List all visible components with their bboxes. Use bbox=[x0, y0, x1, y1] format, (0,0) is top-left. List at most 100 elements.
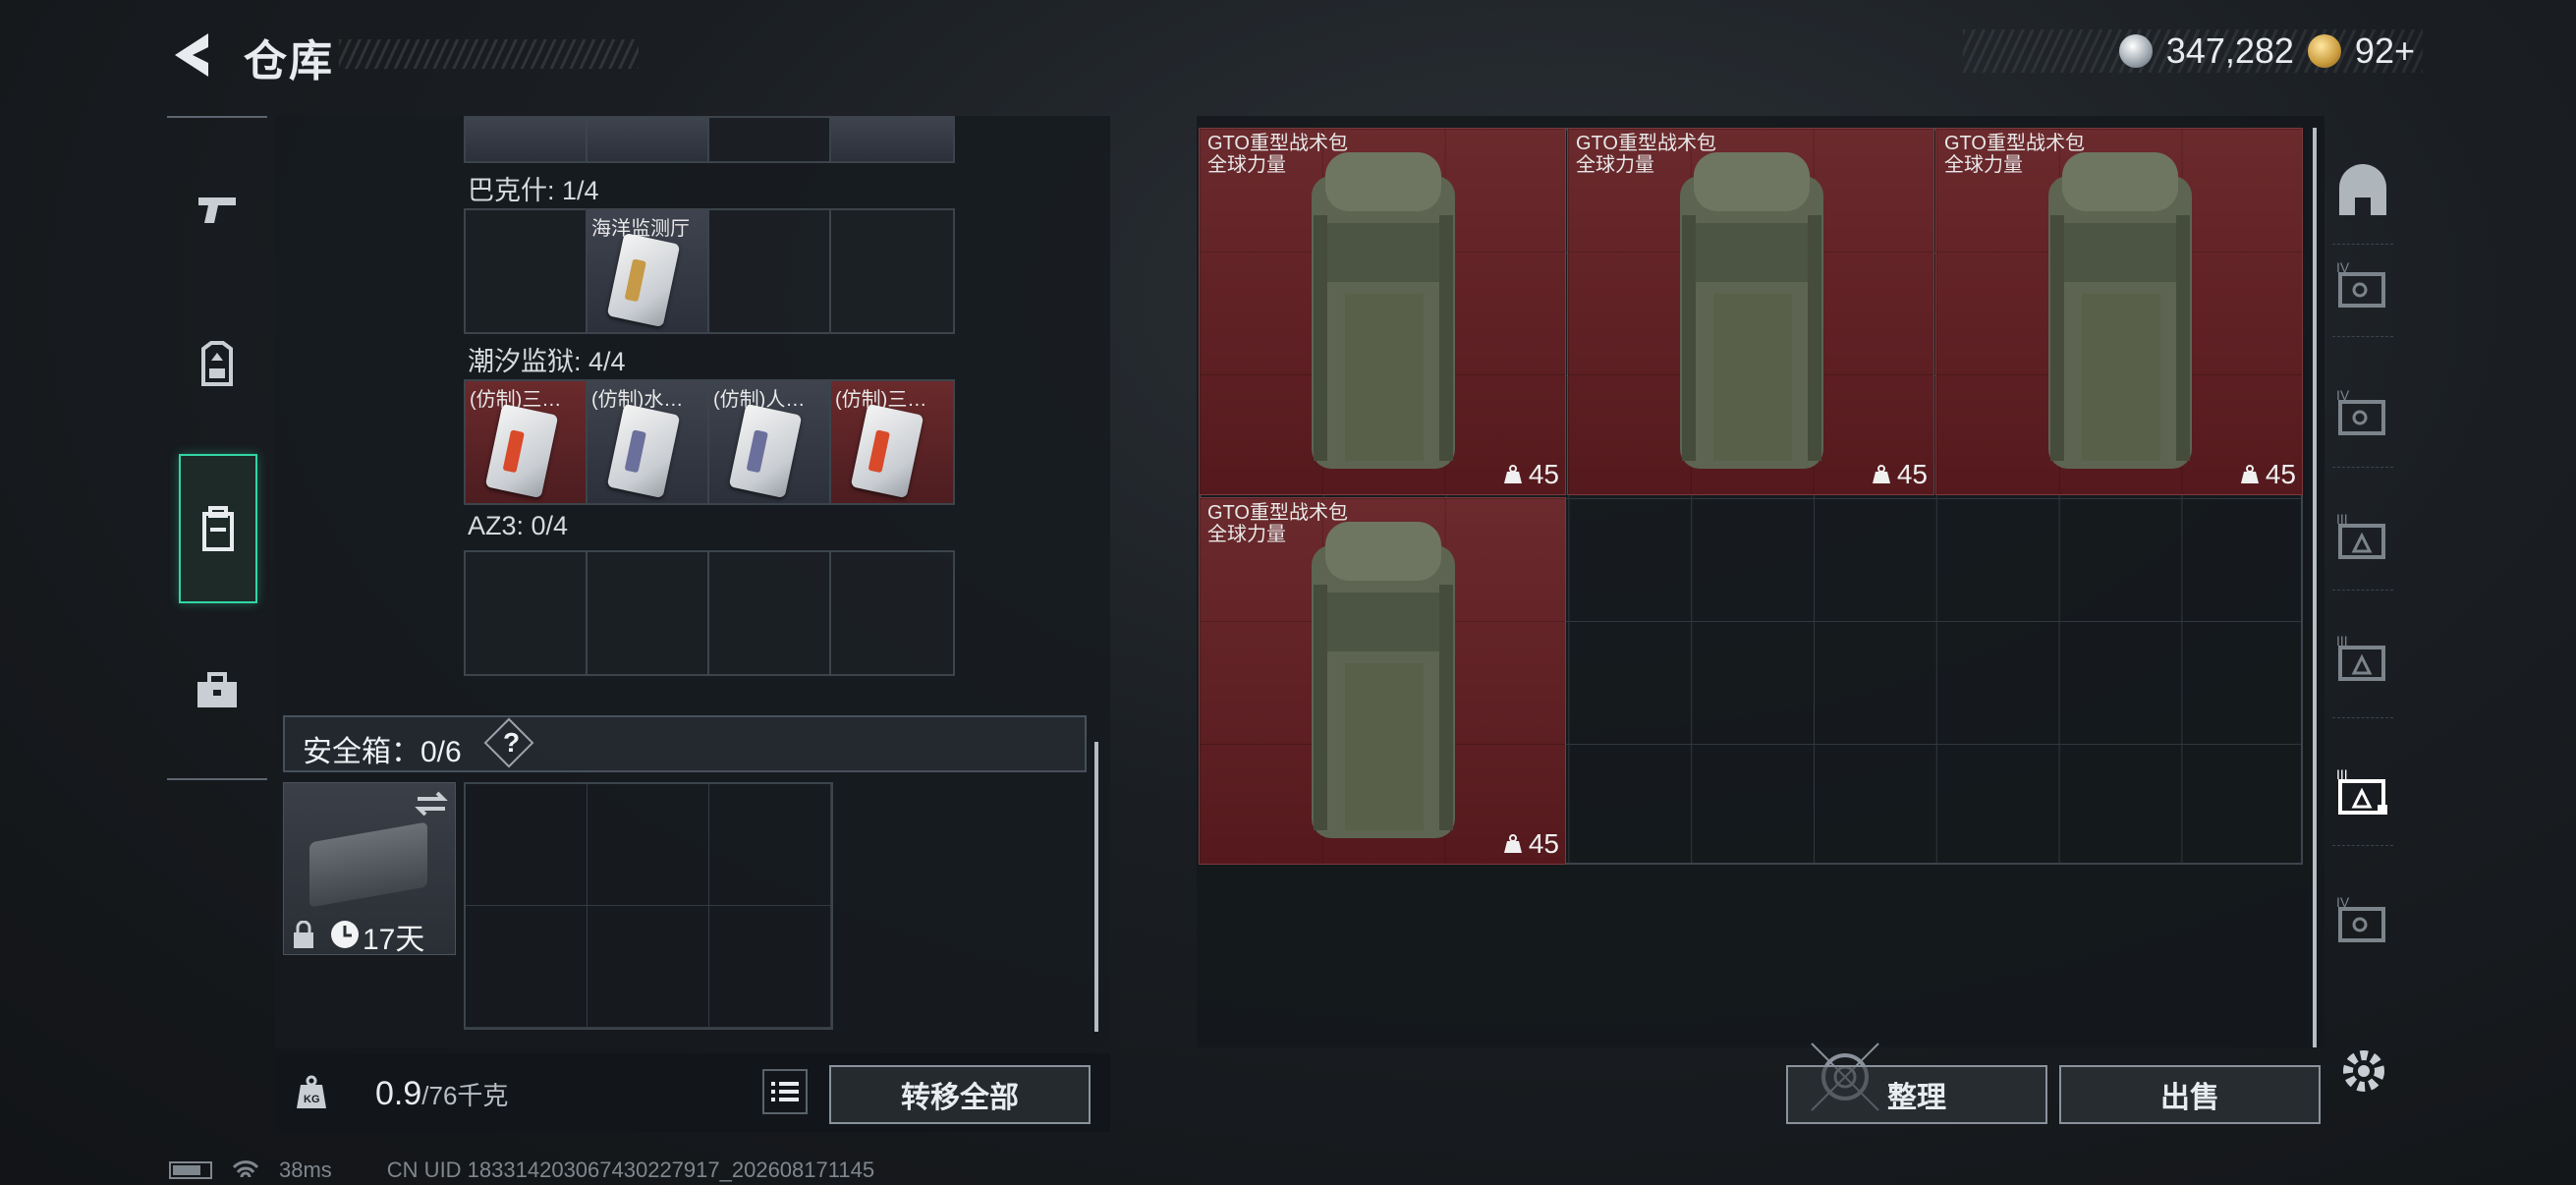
section-label: AZ3: 0/4 bbox=[468, 511, 569, 540]
backpack-icon bbox=[202, 506, 234, 551]
page-title: 仓库 bbox=[244, 37, 334, 85]
keycard-icon bbox=[728, 403, 803, 499]
settings-gear-icon[interactable] bbox=[2336, 1044, 2391, 1099]
slot-grid: (仿制)三… (仿制)水… (仿制)人… (仿制)三… bbox=[464, 379, 955, 505]
tab-armor[interactable] bbox=[167, 291, 267, 438]
tab-weapons[interactable] bbox=[167, 138, 267, 285]
item-slot[interactable]: (仿制)三… bbox=[466, 381, 588, 503]
item-slot[interactable] bbox=[466, 210, 588, 332]
briefcase-icon bbox=[197, 672, 237, 707]
safe-case-item[interactable]: 17天 bbox=[283, 782, 456, 956]
pistol-icon bbox=[198, 198, 236, 223]
item-slot[interactable] bbox=[466, 552, 588, 674]
slot-grid: 海洋监测厅 bbox=[464, 208, 955, 334]
scrollbar[interactable] bbox=[2313, 128, 2317, 1047]
weight-icon bbox=[2240, 465, 2259, 483]
backpack-item-icon bbox=[1312, 522, 1455, 838]
currency-bar: 347,282 92+ bbox=[1963, 29, 2423, 73]
item-slot[interactable] bbox=[831, 118, 953, 161]
safe-box-grid[interactable] bbox=[464, 782, 833, 1030]
keycard-icon bbox=[484, 403, 559, 499]
armor-tier-IV-icon: IV bbox=[2336, 259, 2385, 308]
keycard-icon bbox=[606, 403, 681, 499]
battery-icon bbox=[169, 1161, 212, 1179]
item-slot[interactable] bbox=[831, 210, 953, 332]
safe-box-label: 安全箱：0/6 bbox=[303, 736, 462, 768]
filter-helmet[interactable] bbox=[2330, 157, 2395, 226]
list-icon bbox=[771, 1082, 799, 1101]
item-slot[interactable] bbox=[709, 210, 831, 332]
secure-case-icon bbox=[309, 821, 427, 908]
status-bar: 38ms CN UID 18331420306743022791​7_20260… bbox=[169, 1157, 874, 1183]
item-slot[interactable]: 海洋监测厅 bbox=[588, 210, 709, 332]
keycard-icon bbox=[606, 232, 681, 328]
backpack-item-icon bbox=[1312, 152, 1455, 469]
clock-icon bbox=[331, 921, 359, 948]
item-slot[interactable] bbox=[831, 552, 953, 674]
slot-grid-partial bbox=[464, 116, 955, 163]
filter-armor-iv[interactable]: IV bbox=[2330, 884, 2395, 953]
backpack-item-icon bbox=[1680, 152, 1823, 469]
armor-tier-III-icon: III bbox=[2336, 511, 2385, 559]
weight-current: 0.9 bbox=[375, 1075, 422, 1112]
filter-armor-iii[interactable]: III bbox=[2330, 623, 2395, 692]
weight-readout: 0.9/76千克 bbox=[375, 1075, 508, 1113]
ping-text: 38ms bbox=[279, 1157, 332, 1182]
rental-days: 17天 bbox=[363, 924, 425, 956]
svg-text:KG: KG bbox=[304, 1094, 320, 1105]
coin-amount: 347,282 bbox=[2165, 30, 2294, 71]
filter-armor-iii-selected[interactable]: III bbox=[2330, 757, 2395, 825]
armor-tier-IV-icon: IV bbox=[2336, 894, 2385, 942]
stash-item[interactable]: GTO重型战术包 全球力量 45 bbox=[1199, 497, 1566, 865]
item-slot[interactable] bbox=[466, 118, 588, 161]
lock-icon bbox=[294, 921, 313, 948]
filter-armor-iv[interactable]: IV bbox=[2330, 250, 2395, 318]
category-tabs bbox=[167, 116, 267, 780]
weight-icon bbox=[1503, 834, 1522, 853]
slot-grid bbox=[464, 550, 955, 676]
item-weight: 45 bbox=[1503, 828, 1559, 860]
title-decoration bbox=[339, 39, 639, 69]
stash-item[interactable]: GTO重型战术包 全球力量 45 bbox=[1935, 128, 2303, 495]
item-slot[interactable] bbox=[588, 552, 709, 674]
stash-item[interactable]: GTO重型战术包 全球力量 45 bbox=[1199, 128, 1566, 495]
item-slot[interactable]: (仿制)水… bbox=[588, 381, 709, 503]
tab-case[interactable] bbox=[167, 617, 267, 764]
item-slot[interactable] bbox=[709, 118, 831, 161]
keycard-icon bbox=[850, 403, 924, 499]
section-label: 巴克什: 1/4 bbox=[468, 176, 599, 205]
armor-tier-IV-icon: IV bbox=[2336, 387, 2385, 435]
weight-icon: KG bbox=[297, 1075, 326, 1108]
filter-armor-iv[interactable]: IV bbox=[2330, 377, 2395, 446]
back-button[interactable] bbox=[165, 28, 216, 83]
transfer-all-button[interactable]: 转移全部 bbox=[829, 1065, 1091, 1124]
scrollbar[interactable] bbox=[1094, 742, 1098, 1032]
item-weight: 45 bbox=[1503, 459, 1559, 490]
armor-tier-III-selected-icon: III bbox=[2336, 766, 2387, 815]
item-slot[interactable]: (仿制)三… bbox=[831, 381, 953, 503]
stash-item[interactable]: GTO重型战术包 全球力量 45 bbox=[1567, 128, 1934, 495]
section-label: 潮汐监狱: 4/4 bbox=[468, 347, 626, 376]
weight-icon bbox=[1872, 465, 1890, 483]
list-view-button[interactable] bbox=[762, 1069, 808, 1114]
coin-icon bbox=[2118, 34, 2153, 68]
weight-max: /76千克 bbox=[421, 1081, 509, 1110]
swap-icon[interactable] bbox=[414, 789, 449, 818]
item-slot[interactable] bbox=[588, 118, 709, 161]
uid-text: CN UID 18331420306743022791​7_2026081711… bbox=[386, 1157, 875, 1182]
armor-tier-III-icon: III bbox=[2336, 633, 2385, 681]
wifi-icon bbox=[232, 1160, 259, 1178]
item-slot[interactable]: (仿制)人… bbox=[709, 381, 831, 503]
sell-button[interactable]: 出售 bbox=[2059, 1065, 2321, 1124]
item-weight: 45 bbox=[2240, 459, 2296, 490]
premium-coin-icon bbox=[2307, 34, 2341, 68]
help-icon[interactable]: ? bbox=[503, 727, 520, 759]
sort-button[interactable]: 整理 bbox=[1786, 1065, 2047, 1124]
backpack-item-icon bbox=[2048, 152, 2192, 469]
helmet-tier-icon bbox=[2339, 164, 2386, 215]
premium-amount[interactable]: 92+ bbox=[2355, 30, 2415, 72]
filter-armor-iii[interactable]: III bbox=[2330, 501, 2395, 570]
helmet-icon bbox=[201, 341, 233, 386]
tab-backpack[interactable] bbox=[179, 454, 257, 603]
item-slot[interactable] bbox=[709, 552, 831, 674]
